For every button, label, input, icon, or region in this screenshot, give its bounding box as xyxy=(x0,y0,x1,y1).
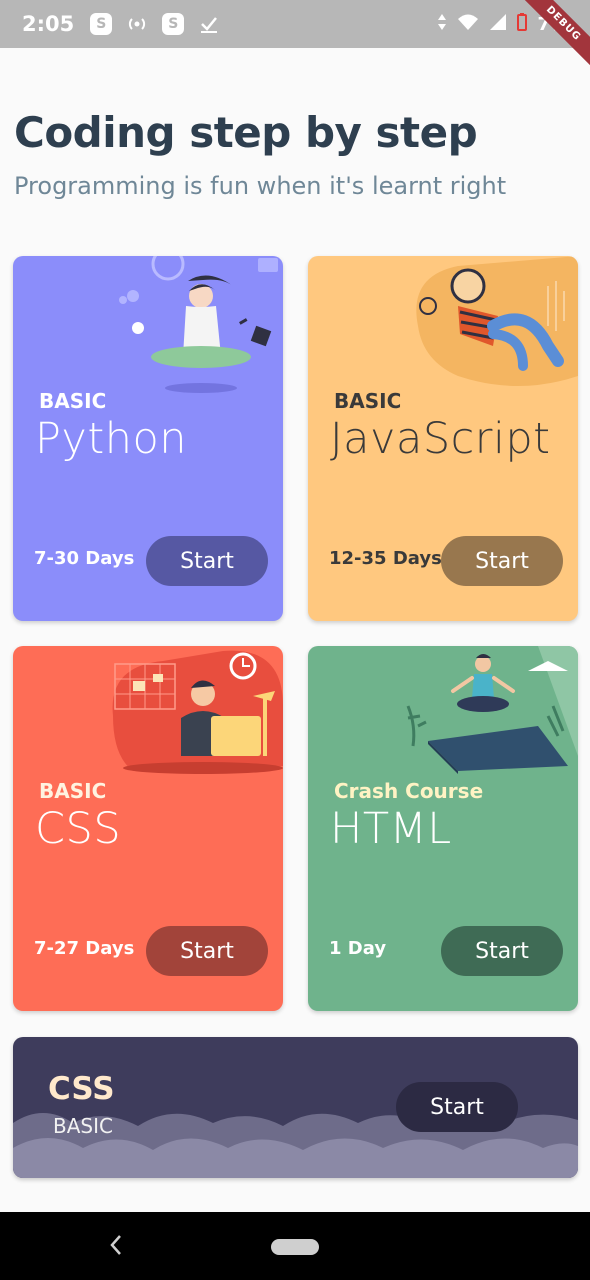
featured-course-name: CSS xyxy=(48,1071,115,1107)
data-arrows-icon xyxy=(437,13,447,36)
signal-icon xyxy=(489,13,507,36)
wifi-icon xyxy=(457,13,479,36)
course-name: JavaScript xyxy=(330,414,551,464)
start-button[interactable]: Start xyxy=(441,926,563,976)
page-subtitle: Programming is fun when it's learnt righ… xyxy=(14,172,507,200)
course-level: BASIC xyxy=(39,389,107,413)
featured-course-card[interactable]: CSS BASIC Start xyxy=(13,1037,578,1178)
course-card-python[interactable]: BASIC Python 7-30 Days Start xyxy=(13,256,283,621)
featured-course-level: BASIC xyxy=(53,1114,113,1138)
hotspot-icon xyxy=(126,13,148,35)
chevron-left-icon[interactable] xyxy=(108,1232,124,1265)
page-title: Coding step by step xyxy=(14,108,478,157)
course-card-css[interactable]: BASIC CSS 7-27 Days Start xyxy=(13,646,283,1011)
start-button[interactable]: Start xyxy=(146,926,268,976)
course-duration: 12-35 Days xyxy=(329,548,442,569)
start-button[interactable]: Start xyxy=(396,1082,518,1132)
meditation-illustration xyxy=(119,256,278,393)
navigation-bar xyxy=(0,1212,590,1280)
course-card-html[interactable]: Crash Course HTML 1 Day Start xyxy=(308,646,578,1011)
start-button[interactable]: Start xyxy=(441,536,563,586)
developer-desk-illustration xyxy=(112,650,283,774)
music-listener-illustration xyxy=(416,256,578,386)
course-duration: 7-27 Days xyxy=(34,938,135,959)
course-duration: 1 Day xyxy=(329,938,387,959)
course-card-javascript[interactable]: BASIC JavaScript 12-35 Days Start xyxy=(308,256,578,621)
skype-icon-2: S xyxy=(162,13,185,35)
course-level: Crash Course xyxy=(334,779,484,803)
check-icon xyxy=(198,13,220,35)
course-name: HTML xyxy=(330,804,452,854)
course-level: BASIC xyxy=(334,389,402,413)
start-button[interactable]: Start xyxy=(146,536,268,586)
status-time: 2:05 xyxy=(22,12,75,36)
course-name: Python xyxy=(35,414,188,464)
skype-icon: S xyxy=(90,13,113,35)
course-name: CSS xyxy=(35,804,122,854)
home-pill-icon[interactable] xyxy=(271,1239,319,1255)
status-bar: 2:05 S S 7% DEBUG xyxy=(0,0,590,78)
course-duration: 7-30 Days xyxy=(34,548,135,569)
battery-icon xyxy=(517,12,528,36)
yoga-platform-illustration xyxy=(406,646,578,774)
course-level: BASIC xyxy=(39,779,107,803)
